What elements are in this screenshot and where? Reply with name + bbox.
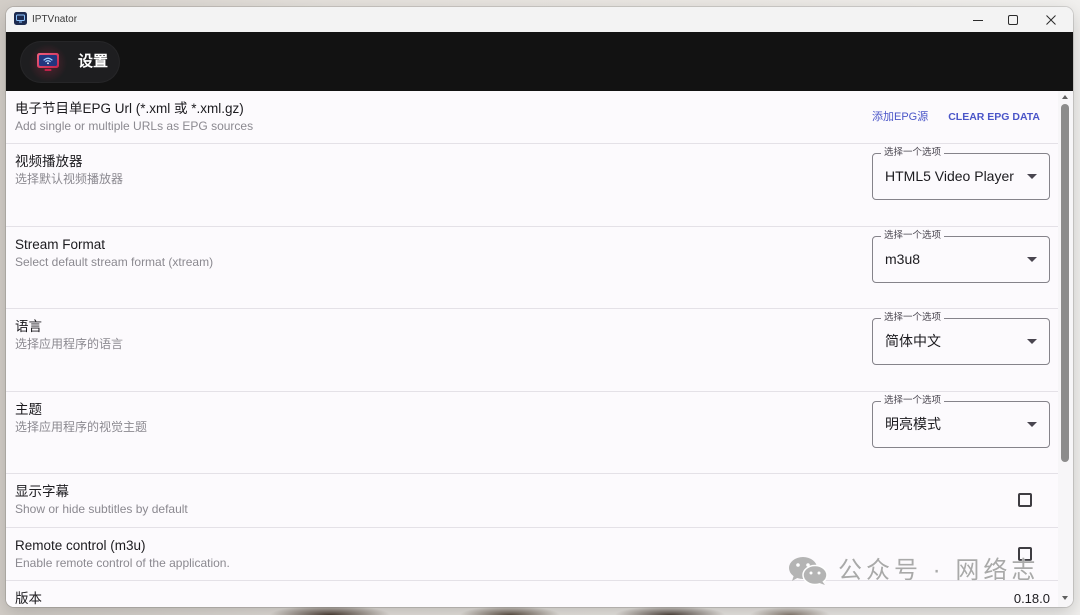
- clear-epg-data-button[interactable]: CLEAR EPG DATA: [938, 102, 1050, 132]
- tv-icon: [37, 53, 59, 71]
- window-title: IPTVnator: [32, 14, 78, 25]
- version-title: 版本: [15, 591, 42, 606]
- maximize-button[interactable]: [996, 7, 1030, 32]
- app-window: IPTVnator 设置 电子节目单EPG Url (*.xml 或 *.xml…: [6, 7, 1073, 607]
- theme-select[interactable]: 选择一个选项 明亮模式: [872, 395, 1050, 448]
- app-header: 设置: [6, 32, 1073, 91]
- remote-control-title: Remote control (m3u): [15, 538, 146, 553]
- maximize-icon: [1008, 14, 1018, 25]
- scrollbar[interactable]: [1058, 91, 1073, 607]
- epg-url-setting: 电子节目单EPG Url (*.xml 或 *.xml.gz) Add sing…: [6, 91, 1058, 144]
- add-epg-source-button[interactable]: 添加EPG源: [862, 102, 938, 132]
- show-subtitles-subtitle: Show or hide subtitles by default: [15, 502, 188, 516]
- minimize-button[interactable]: [961, 7, 995, 32]
- select-value: HTML5 Video Player: [885, 168, 1014, 184]
- show-subtitles-setting: 显示字幕 Show or hide subtitles by default: [6, 474, 1058, 528]
- video-player-setting: 视频播放器 选择默认视频播放器 选择一个选项 HTML5 Video Playe…: [6, 144, 1058, 227]
- scroll-up-arrow-icon[interactable]: [1062, 95, 1068, 99]
- show-subtitles-checkbox[interactable]: [1018, 493, 1032, 507]
- scroll-down-arrow-icon[interactable]: [1062, 596, 1068, 600]
- version-setting: 版本 0.18.0: [6, 581, 1058, 607]
- language-select[interactable]: 选择一个选项 简体中文: [872, 312, 1050, 365]
- close-button[interactable]: [1034, 7, 1068, 32]
- app-icon: [14, 12, 27, 25]
- dropdown-arrow-icon: [1027, 422, 1037, 427]
- version-value: 0.18.0: [1013, 591, 1050, 606]
- show-subtitles-title: 显示字幕: [15, 484, 69, 499]
- settings-list: 电子节目单EPG Url (*.xml 或 *.xml.gz) Add sing…: [6, 91, 1058, 607]
- video-player-select[interactable]: 选择一个选项 HTML5 Video Player: [872, 147, 1050, 200]
- remote-control-subtitle: Enable remote control of the application…: [15, 556, 230, 570]
- dropdown-arrow-icon: [1027, 339, 1037, 344]
- close-icon: [1046, 14, 1056, 25]
- minimize-icon: [973, 19, 983, 21]
- stream-format-select[interactable]: 选择一个选项 m3u8: [872, 230, 1050, 283]
- settings-nav-button[interactable]: 设置: [20, 41, 120, 83]
- select-value: 明亮模式: [885, 416, 941, 432]
- remote-control-checkbox[interactable]: [1018, 547, 1032, 561]
- dropdown-arrow-icon: [1027, 174, 1037, 179]
- remote-control-setting: Remote control (m3u) Enable remote contr…: [6, 528, 1058, 581]
- title-bar[interactable]: IPTVnator: [6, 7, 1073, 32]
- language-setting: 语言 选择应用程序的语言 选择一个选项 简体中文: [6, 309, 1058, 392]
- select-value: m3u8: [885, 251, 921, 267]
- dropdown-arrow-icon: [1027, 257, 1037, 262]
- settings-nav-label: 设置: [78, 53, 109, 70]
- scrollbar-thumb[interactable]: [1061, 104, 1069, 462]
- stream-format-setting: Stream Format Select default stream form…: [6, 227, 1058, 309]
- select-value: 简体中文: [885, 333, 941, 349]
- theme-setting: 主题 选择应用程序的视觉主题 选择一个选项 明亮模式: [6, 392, 1058, 474]
- epg-actions: 添加EPG源 CLEAR EPG DATA: [862, 102, 1050, 132]
